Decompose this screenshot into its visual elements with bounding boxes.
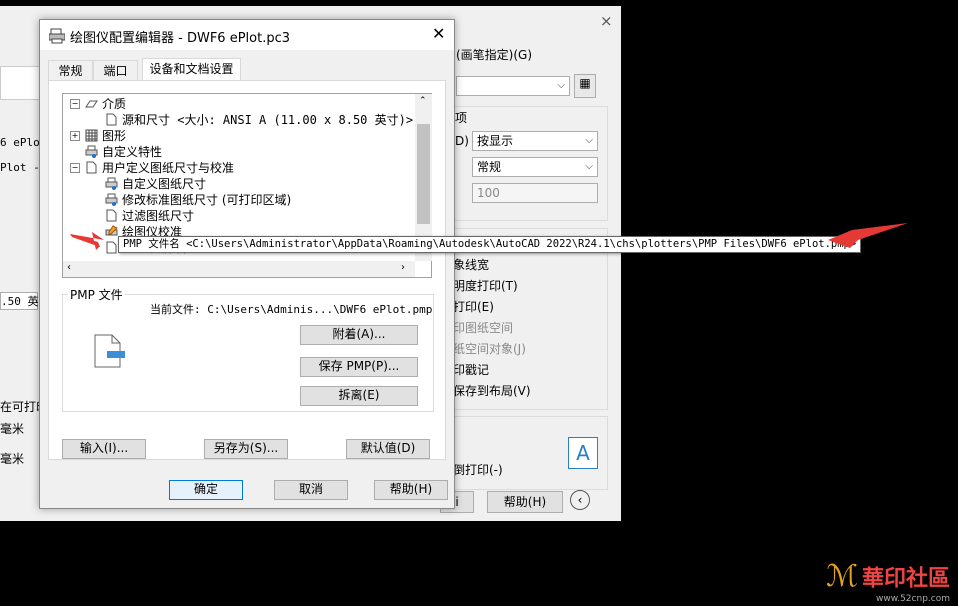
watermark: ℳ 華印社區 www.52cnp.com bbox=[826, 559, 950, 604]
watermark-url: www.52cnp.com bbox=[875, 594, 950, 604]
arrow-right-icon bbox=[828, 223, 908, 248]
watermark-logo-icon: ℳ bbox=[826, 559, 859, 594]
watermark-brand: 華印社區 bbox=[861, 566, 950, 592]
annotation-arrows bbox=[70, 223, 908, 250]
